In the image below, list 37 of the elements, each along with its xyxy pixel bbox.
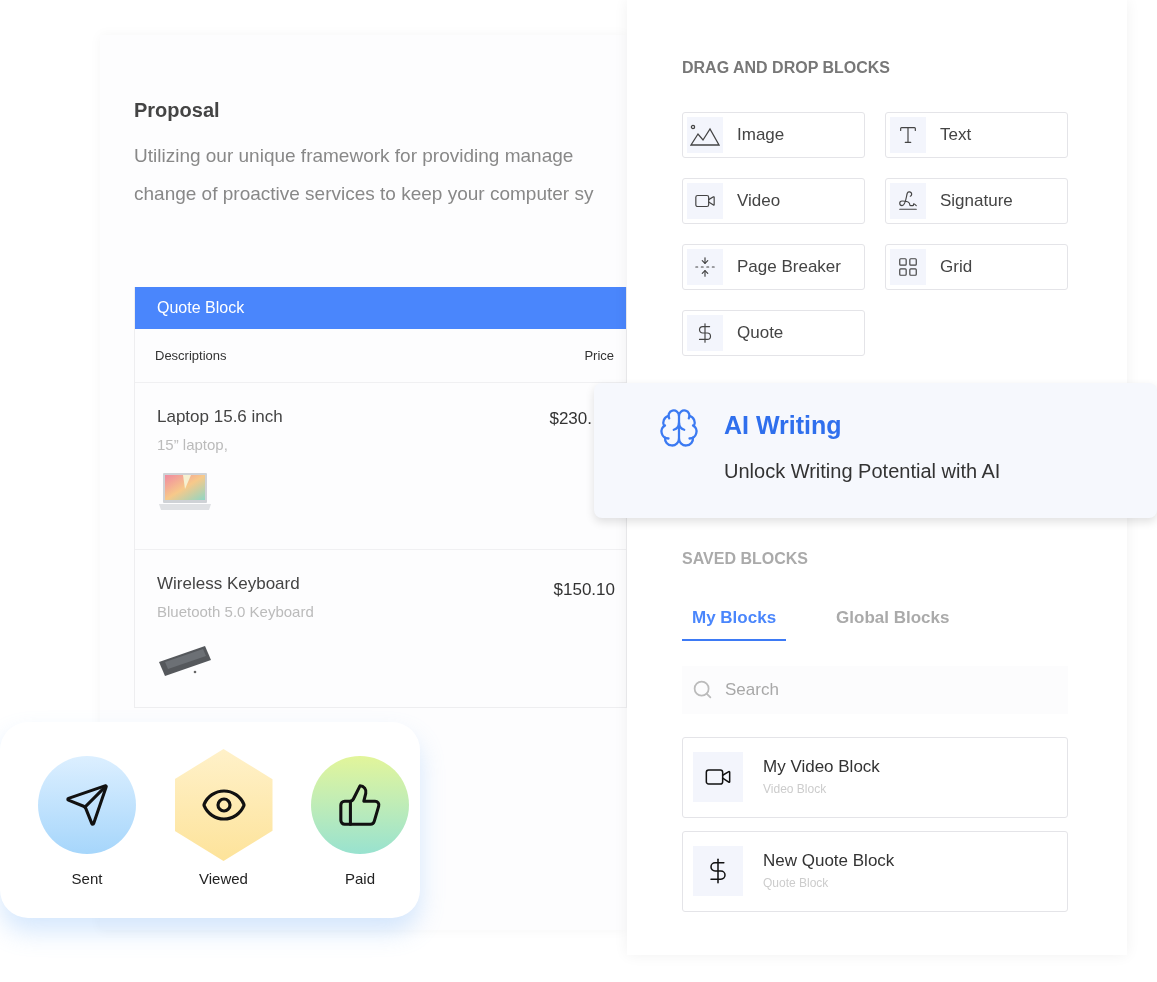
grid-icon [897, 256, 919, 278]
saved-block-title: My Video Block [763, 756, 880, 778]
step-label: Paid [345, 869, 375, 889]
signature-icon [897, 190, 919, 212]
block-tile[interactable]: Grid [885, 244, 1068, 290]
step-label: Sent [71, 869, 103, 889]
document-title: Proposal [134, 98, 221, 123]
block-tile[interactable]: Text [885, 112, 1068, 158]
paper-plane-icon [64, 782, 110, 828]
column-header: Price [584, 346, 614, 365]
ai-writing-subtitle: Unlock Writing Potential with AI [724, 459, 1001, 484]
column-header: Descriptions [155, 346, 227, 365]
text-icon [897, 124, 919, 146]
thumbs-up-icon [337, 782, 383, 828]
item-price: $230. [549, 408, 592, 430]
body-text-line: Utilizing our unique framework for providing manage [134, 144, 575, 168]
item-description: 15” laptop, [157, 435, 229, 455]
item-name: Laptop 15.6 inch [157, 406, 283, 428]
item-price: $150.10 [553, 579, 615, 601]
item-description: Bluetooth 5.0 Keyboard [157, 602, 314, 622]
step-label: Viewed [199, 869, 248, 889]
brain-icon [658, 407, 700, 449]
ai-writing-title: AI Writing [724, 410, 843, 441]
mountain-icon [690, 124, 720, 146]
quote-block-header: Quote Block [135, 287, 626, 329]
item-name: Wireless Keyboard [157, 573, 301, 595]
block-tile[interactable]: Signature [885, 178, 1068, 224]
body-text-line: change of proactive services to keep your computer sy [134, 182, 595, 206]
block-tile[interactable]: Quote [682, 310, 865, 356]
block-tile[interactable]: Page Breaker [682, 244, 865, 290]
section-heading: SAVED BLOCKS [682, 549, 808, 569]
search-icon [692, 678, 713, 700]
page-break-icon [694, 256, 716, 278]
block-tile[interactable]: Image [682, 112, 865, 158]
block-tile[interactable]: Video [682, 178, 865, 224]
saved-block-title: New Quote Block [763, 850, 895, 872]
section-heading: DRAG AND DROP BLOCKS [682, 58, 891, 78]
